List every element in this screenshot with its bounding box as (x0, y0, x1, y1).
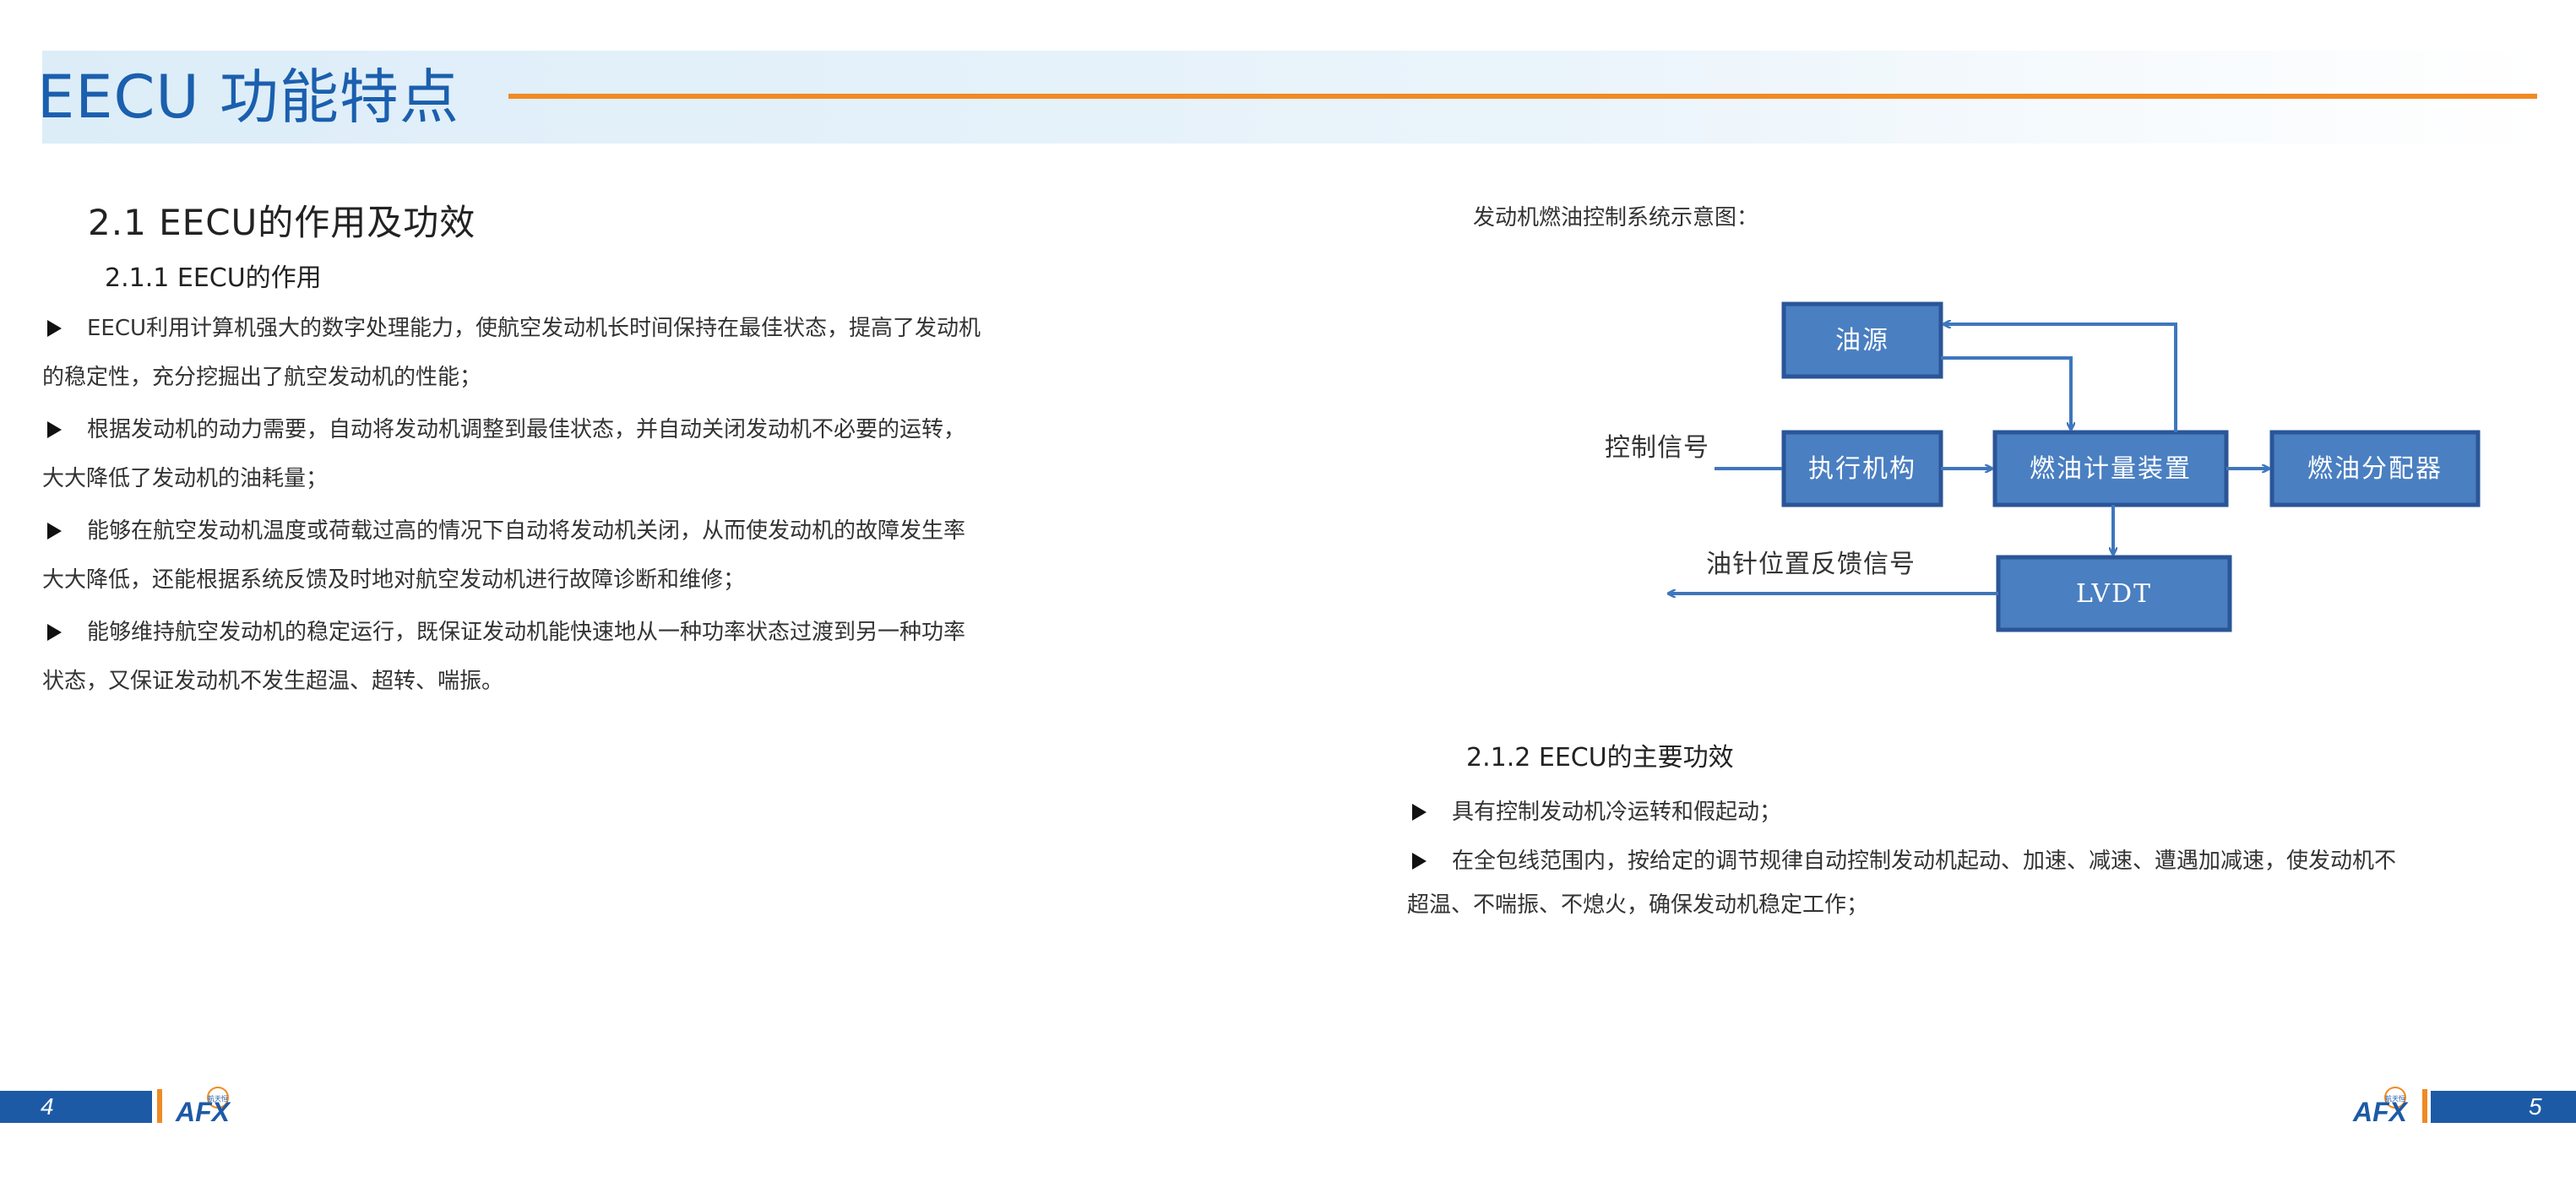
list-item: EECU利用计算机强大的数字处理能力，使航空发动机长时间保持在最佳状态，提高了发… (42, 304, 1098, 402)
box-actuator: 执行机构 (1781, 430, 1943, 507)
bullet-text-line1: 能够在航空发动机温度或荷载过高的情况下自动将发动机关闭，从而使发动机的故障发生率 (87, 518, 966, 544)
diagram-caption: 发动机燃油控制系统示意图： (1473, 205, 1759, 230)
page-number-left: 4 (41, 1093, 54, 1120)
footer-accent-right (2422, 1089, 2427, 1123)
list-item: 具有控制发动机冷运转和假起动； (1407, 790, 2505, 834)
page-number-right: 5 (2529, 1093, 2542, 1120)
box-metering: 燃油计量装置 (1992, 430, 2229, 507)
arrow-oil-to-metering (1941, 356, 2071, 429)
bullet-text-line1: 能够维持航空发动机的稳定运行，既保证发动机能快速地从一种功率状态过渡到另一种功率 (87, 620, 966, 645)
company-logo-right: 航天恒 AFX (2352, 1087, 2409, 1125)
list-item: 能够维持航空发动机的稳定运行，既保证发动机能快速地从一种功率状态过渡到另一种功率… (42, 608, 1098, 706)
triangle-bullet-icon (47, 624, 62, 641)
box-lvdt: LVDT (1996, 555, 2232, 632)
box-lvdt-label: LVDT (2076, 579, 2152, 609)
company-logo-left: 航天恒 AFX (175, 1087, 231, 1125)
arrow-metering-to-oil (1944, 324, 2177, 432)
subsection-title-functions: 2.1.1 EECU的作用 (105, 263, 322, 293)
list-item: 能够在航空发动机温度或荷载过高的情况下自动将发动机关闭，从而使发动机的故障发生率… (42, 507, 1098, 605)
box-distributor: 燃油分配器 (2269, 430, 2481, 507)
effect-list: 具有控制发动机冷运转和假起动； 在全包线范围内，按给定的调节规律自动控制发动机起… (1407, 790, 2505, 930)
triangle-bullet-icon (1412, 804, 1427, 821)
bullet-text-line1: 根据发动机的动力需要，自动将发动机调整到最佳状态，并自动关闭发动机不必要的运转， (87, 417, 966, 442)
triangle-bullet-icon (47, 421, 62, 438)
box-distributor-label: 燃油分配器 (2307, 454, 2443, 484)
box-oil-source: 油源 (1781, 301, 1943, 379)
bullet-text-line2: 的稳定性，充分挖掘出了航空发动机的性能； (42, 365, 482, 390)
bullet-text-line2: 大大降低，还能根据系统反馈及时地对航空发动机进行故障诊断和维修； (42, 567, 746, 593)
page-title: EECU 功能特点 (37, 62, 459, 132)
box-actuator-label: 执行机构 (1808, 454, 1916, 484)
fuel-control-diagram: 油源 执行机构 燃油计量装置 燃油分配器 LVDT 控制信号 油针位置反馈信号 (1605, 301, 2481, 632)
list-item: 在全包线范围内，按给定的调节规律自动控制发动机起动、加速、减速、遭遇加减速，使发… (1407, 839, 2505, 927)
box-metering-label: 燃油计量装置 (2030, 454, 2192, 484)
bullet-text-line2: 状态，又保证发动机不发生超温、超转、喘振。 (42, 669, 504, 694)
feedback-signal-label: 油针位置反馈信号 (1706, 550, 1916, 579)
subsection-title-effects: 2.1.2 EECU的主要功效 (1466, 743, 1734, 773)
box-oil-source-label: 油源 (1835, 326, 1889, 355)
svg-text:AFX: AFX (2352, 1097, 2409, 1125)
function-list: EECU利用计算机强大的数字处理能力，使航空发动机长时间保持在最佳状态，提高了发… (42, 304, 1098, 709)
bullet-text-line2: 超温、不喘振、不熄火，确保发动机稳定工作； (1407, 892, 1869, 918)
section-title: 2.1 EECU的作用及功效 (88, 202, 476, 243)
control-signal-label: 控制信号 (1605, 433, 1709, 463)
bullet-text-line1: 具有控制发动机冷运转和假起动； (1452, 800, 1782, 825)
footer-bar-right (2431, 1091, 2576, 1123)
bullet-text-line1: 在全包线范围内，按给定的调节规律自动控制发动机起动、加速、减速、遭遇加减速，使发… (1452, 849, 2397, 874)
title-rule (508, 94, 2537, 99)
triangle-bullet-icon (47, 320, 62, 337)
footer-bar-left (0, 1091, 152, 1123)
list-item: 根据发动机的动力需要，自动将发动机调整到最佳状态，并自动关闭发动机不必要的运转，… (42, 405, 1098, 503)
footer-accent-left (157, 1089, 162, 1123)
bullet-text-line2: 大大降低了发动机的油耗量； (42, 466, 329, 491)
bullet-text-line1: EECU利用计算机强大的数字处理能力，使航空发动机长时间保持在最佳状态，提高了发… (87, 316, 981, 341)
triangle-bullet-icon (1412, 853, 1427, 870)
svg-text:AFX: AFX (175, 1097, 231, 1125)
triangle-bullet-icon (47, 523, 62, 539)
